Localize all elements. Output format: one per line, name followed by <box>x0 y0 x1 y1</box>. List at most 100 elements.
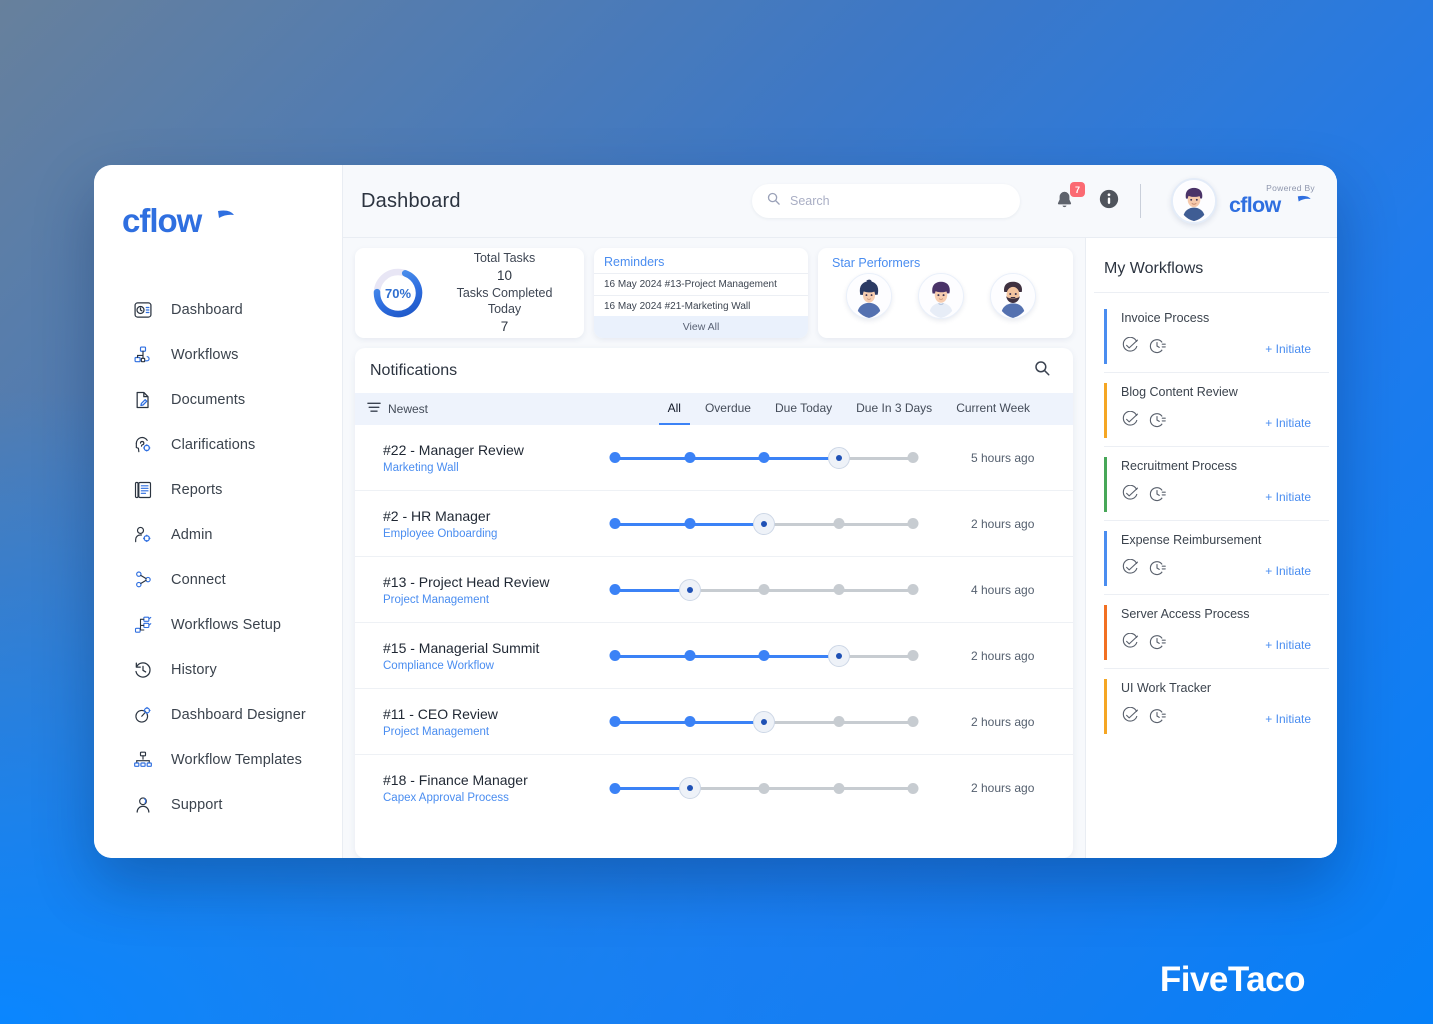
notification-row[interactable]: #15 - Managerial Summit Compliance Workfl… <box>355 623 1073 689</box>
progress-node-current[interactable] <box>678 578 701 601</box>
clock-history-icon[interactable] <box>1148 633 1166 656</box>
reminders-view-all-button[interactable]: View All <box>594 316 808 338</box>
progress-node-done[interactable] <box>684 650 695 661</box>
progress-node-pending[interactable] <box>907 452 919 463</box>
initiate-button[interactable]: + Initiate <box>1265 564 1329 578</box>
notification-row[interactable]: #22 - Manager Review Marketing Wall 5 hour… <box>355 425 1073 491</box>
progress-node-pending[interactable] <box>907 650 919 661</box>
notification-row[interactable]: #18 - Finance Manager Capex Approval Proc… <box>355 755 1073 821</box>
sidebar-item-support[interactable]: Support <box>94 782 342 827</box>
check-circle-icon[interactable] <box>1121 410 1139 434</box>
tab-due-in-3-days[interactable]: Due In 3 Days <box>847 393 941 425</box>
info-button[interactable] <box>1098 188 1120 215</box>
progress-node-done[interactable] <box>609 716 621 727</box>
notification-workflow-link[interactable]: Compliance Workflow <box>383 660 611 672</box>
search-box[interactable] <box>752 184 1020 218</box>
initiate-button[interactable]: + Initiate <box>1265 638 1329 652</box>
check-circle-icon[interactable] <box>1121 632 1139 656</box>
star-performer-avatar[interactable] <box>918 273 964 319</box>
notification-title: #2 - HR Manager <box>383 507 491 524</box>
progress-node-current[interactable] <box>753 710 775 733</box>
progress-node-done[interactable] <box>684 716 695 727</box>
notification-row[interactable]: #11 - CEO Review Project Management 2 hour… <box>355 689 1073 755</box>
initiate-button[interactable]: + Initiate <box>1265 416 1329 430</box>
check-circle-icon[interactable] <box>1121 336 1139 360</box>
reminder-item[interactable]: 16 May 2024 #21-Marketing Wall <box>594 294 808 317</box>
progress-node-pending[interactable] <box>758 782 770 794</box>
initiate-button[interactable]: + Initiate <box>1265 342 1329 356</box>
star-performer-avatar[interactable] <box>846 273 892 319</box>
check-circle-icon[interactable] <box>1121 558 1139 582</box>
progress-node-current[interactable] <box>678 777 701 799</box>
clock-history-icon[interactable] <box>1148 337 1166 360</box>
tab-overdue[interactable]: Overdue <box>696 393 760 425</box>
progress-node-pending[interactable] <box>907 584 919 595</box>
progress-node-done[interactable] <box>609 584 621 595</box>
sidebar-item-clarifications[interactable]: Clarifications <box>94 422 342 467</box>
notification-text: #18 - Finance Manager Capex Approval Proc… <box>383 772 611 804</box>
notifications-search-button[interactable] <box>1033 359 1051 382</box>
progress-node-done[interactable] <box>758 650 770 661</box>
progress-node-pending[interactable] <box>833 782 844 794</box>
progress-node-pending[interactable] <box>833 584 844 595</box>
sidebar-item-documents[interactable]: Documents <box>94 377 342 422</box>
notification-workflow-link[interactable]: Capex Approval Process <box>383 792 611 804</box>
progress-node-pending[interactable] <box>833 518 844 529</box>
check-circle-icon[interactable] <box>1121 484 1139 508</box>
notification-row[interactable]: #2 - HR Manager Employee Onboarding 2 hour… <box>355 491 1073 557</box>
sidebar-item-admin[interactable]: Admin <box>94 512 342 557</box>
clock-history-icon[interactable] <box>1148 559 1166 582</box>
tab-all[interactable]: All <box>658 393 690 425</box>
progress-node-pending[interactable] <box>907 782 919 794</box>
clock-history-icon[interactable] <box>1148 485 1166 508</box>
notification-row[interactable]: #13 - Project Head Review Project Managem… <box>355 557 1073 623</box>
notification-workflow-link[interactable]: Marketing Wall <box>383 462 611 474</box>
progress-node-done[interactable] <box>684 518 695 529</box>
sidebar-item-connect[interactable]: Connect <box>94 557 342 602</box>
tab-current-week[interactable]: Current Week <box>947 393 1039 425</box>
notifications-bell-button[interactable]: 7 <box>1054 182 1085 213</box>
search-input[interactable] <box>790 194 1006 208</box>
tab-due-today[interactable]: Due Today <box>766 393 841 425</box>
progress-node-pending[interactable] <box>907 716 919 727</box>
check-circle-icon[interactable] <box>1121 706 1139 730</box>
sidebar-item-workflow-templates[interactable]: Workflow Templates <box>94 737 342 782</box>
avatar[interactable] <box>1171 178 1217 224</box>
progress-node-current[interactable] <box>753 512 775 535</box>
notification-workflow-link[interactable]: Employee Onboarding <box>383 528 611 540</box>
total-tasks-card: 70% Total Tasks 10 Tasks Completed Today… <box>355 248 584 338</box>
progress-node-current[interactable] <box>827 644 850 667</box>
notification-workflow-link[interactable]: Project Management <box>383 726 611 738</box>
sidebar-item-dashboard-designer[interactable]: Dashboard Designer <box>94 692 342 737</box>
clock-history-icon[interactable] <box>1148 707 1166 730</box>
workflow-progress-steps <box>609 644 919 667</box>
progress-node-pending[interactable] <box>833 716 844 727</box>
progress-node-done[interactable] <box>609 452 621 463</box>
workflow-actions: + Initiate <box>1121 632 1329 656</box>
progress-node-done[interactable] <box>609 782 621 794</box>
initiate-button[interactable]: + Initiate <box>1265 490 1329 504</box>
progress-node-done[interactable] <box>758 452 770 463</box>
my-workflows-panel: My Workflows Invoice Process + Initiate Bl… <box>1085 238 1337 858</box>
progress-node-current[interactable] <box>827 446 850 469</box>
progress-node-done[interactable] <box>684 452 695 463</box>
clock-history-icon[interactable] <box>1148 411 1166 434</box>
notification-workflow-link[interactable]: Project Management <box>383 594 611 606</box>
notification-text: #22 - Manager Review Marketing Wall <box>383 442 611 474</box>
tasks-completed-value: 7 <box>500 318 509 334</box>
progress-node-done[interactable] <box>609 518 621 529</box>
sidebar-item-reports[interactable]: Reports <box>94 467 342 512</box>
sort-newest-button[interactable]: Newest <box>355 393 640 425</box>
reminder-item[interactable]: 16 May 2024 #13-Project Management <box>594 273 808 295</box>
initiate-button[interactable]: + Initiate <box>1265 712 1329 726</box>
progress-node-done[interactable] <box>609 650 621 661</box>
sidebar-item-workflows[interactable]: Workflows <box>94 332 342 377</box>
star-performer-avatar[interactable] <box>990 273 1036 319</box>
reports-icon <box>132 479 154 501</box>
sidebar-item-dashboard[interactable]: Dashboard <box>94 287 342 332</box>
progress-node-pending[interactable] <box>907 518 919 529</box>
sidebar-item-workflows-setup[interactable]: Workflows Setup <box>94 602 342 647</box>
cflow-logo[interactable]: cflow <box>94 165 342 275</box>
sidebar-item-history[interactable]: History <box>94 647 342 692</box>
progress-node-pending[interactable] <box>758 584 770 595</box>
